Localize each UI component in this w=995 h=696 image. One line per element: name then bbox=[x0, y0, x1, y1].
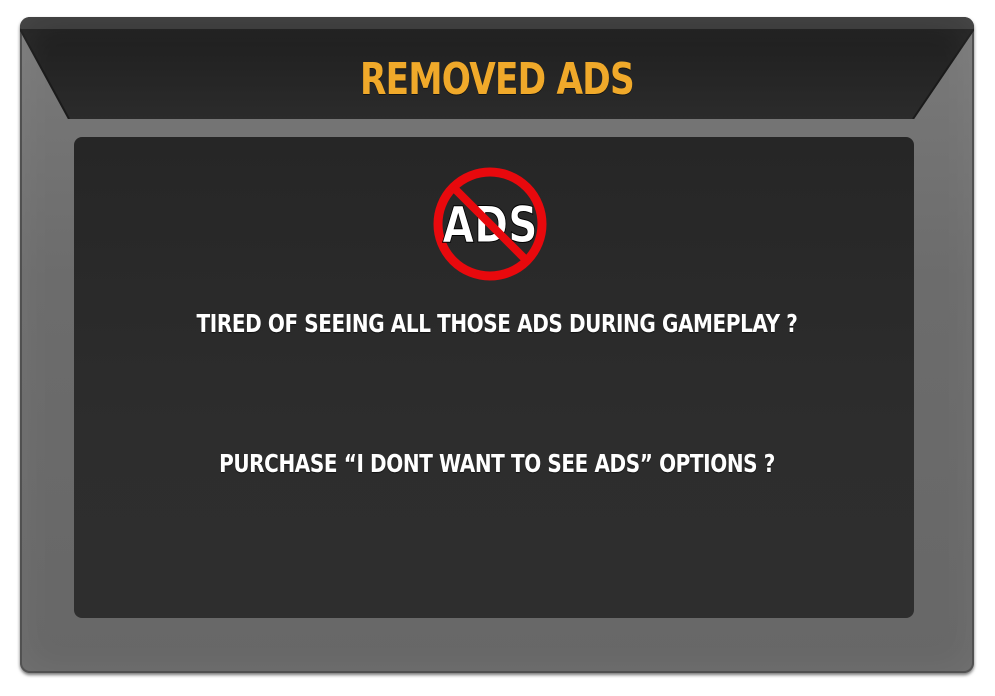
purchase-offer-text[interactable]: PURCHASE “I DONT WANT TO SEE ADS” OPTION… bbox=[115, 449, 878, 478]
no-ads-icon: ADS bbox=[433, 167, 547, 281]
dialog-title: REMOVED ADS bbox=[360, 54, 635, 105]
ads-question-text: TIRED OF SEEING ALL THOSE ADS DURING GAM… bbox=[196, 309, 798, 338]
remove-ads-dialog: REMOVED ADS ADS TIRED OF SEEING ALL THOS… bbox=[20, 17, 974, 673]
